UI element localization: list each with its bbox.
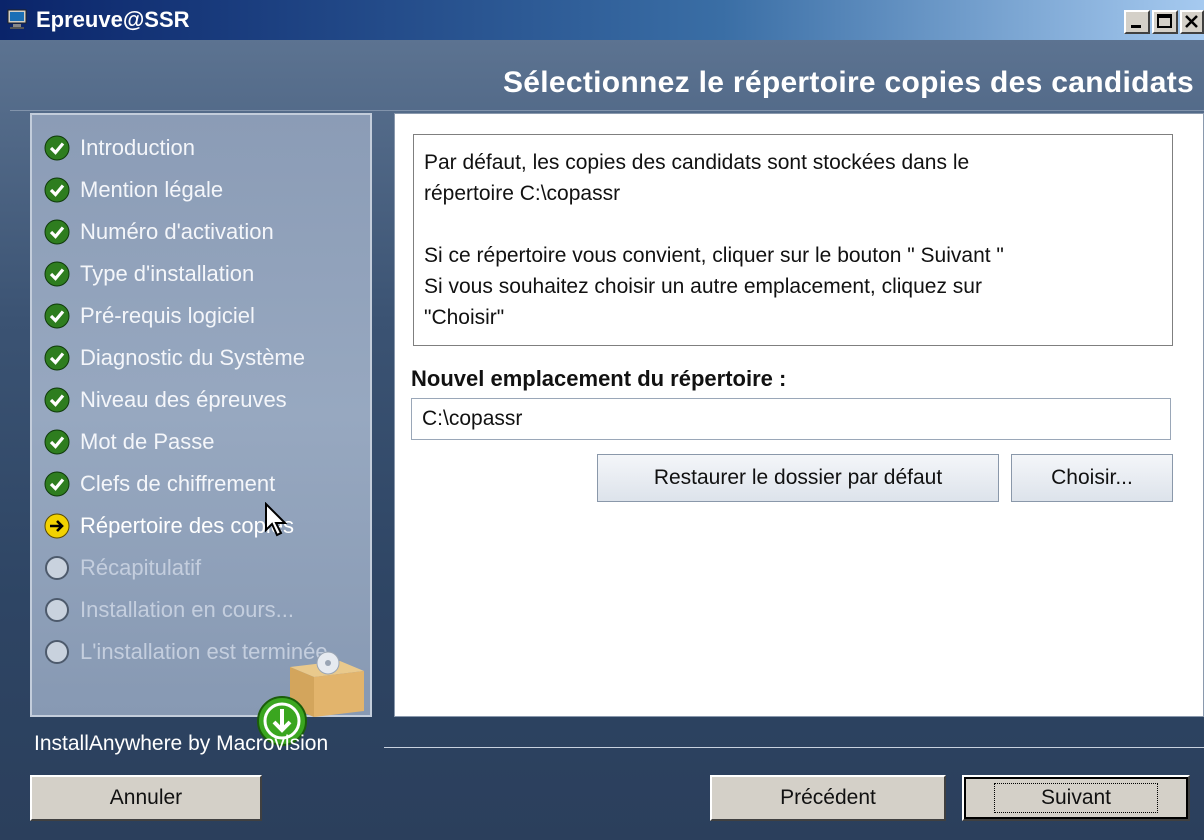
step-label: Récapitulatif	[80, 555, 202, 580]
check-circle-icon	[44, 177, 70, 203]
info-text: Si vous souhaitez choisir un autre empla…	[424, 275, 982, 298]
check-circle-icon	[44, 345, 70, 371]
step-item: Mention légale	[44, 175, 223, 205]
minimize-button[interactable]	[1124, 10, 1150, 34]
cancel-button[interactable]: Annuler	[30, 775, 262, 821]
empty-circle-icon	[45, 640, 69, 664]
check-circle-icon	[44, 387, 70, 413]
directory-field-label: Nouvel emplacement du répertoire :	[411, 366, 787, 391]
step-item: Récapitulatif	[44, 553, 201, 583]
step-item: Pré-requis logiciel	[44, 301, 255, 331]
step-item: Introduction	[44, 133, 195, 163]
title-bar: Epreuve@SSR	[0, 0, 1204, 40]
content-panel: Par défaut, les copies des candidats son…	[394, 113, 1204, 717]
heading-divider	[10, 110, 1204, 111]
step-label: Type d'installation	[80, 261, 255, 286]
steps-panel: Introduction Mention légale Numéro d'act…	[30, 113, 372, 717]
maximize-icon	[1157, 14, 1172, 28]
app-icon	[7, 9, 27, 29]
step-label: Pré-requis logiciel	[80, 303, 255, 328]
step-label: Diagnostic du Système	[80, 345, 305, 370]
empty-circle-icon	[45, 556, 69, 580]
check-circle-icon	[44, 303, 70, 329]
check-circle-icon	[44, 219, 70, 245]
next-button-label: Suivant	[993, 783, 1159, 813]
step-label: Mot de Passe	[80, 429, 215, 454]
close-icon	[1185, 15, 1198, 28]
directory-path-input[interactable]: C:\copassr	[411, 398, 1171, 440]
minimize-icon	[1131, 25, 1141, 28]
window-title: Epreuve@SSR	[36, 7, 190, 32]
step-item-current: Répertoire des copies	[44, 511, 294, 541]
step-label: Mention légale	[80, 177, 224, 202]
footer-divider	[384, 747, 1204, 748]
step-label: Installation en cours...	[80, 597, 295, 622]
arrow-right-circle-icon	[44, 513, 70, 539]
check-circle-icon	[44, 261, 70, 287]
step-item: Diagnostic du Système	[44, 343, 305, 373]
info-text: "Choisir"	[424, 306, 505, 329]
info-box: Par défaut, les copies des candidats son…	[413, 134, 1173, 346]
info-text: répertoire C:\copassr	[424, 182, 621, 205]
previous-button[interactable]: Précédent	[710, 775, 946, 821]
check-circle-icon	[44, 471, 70, 497]
installer-brand: InstallAnywhere by Macrovision	[34, 732, 329, 755]
step-item: Clefs de chiffrement	[44, 469, 275, 499]
step-item: Niveau des épreuves	[44, 385, 287, 415]
mouse-cursor-icon	[265, 502, 288, 537]
close-button[interactable]	[1180, 10, 1204, 34]
info-text: Par défaut, les copies des candidats son…	[424, 151, 970, 174]
maximize-button[interactable]	[1152, 10, 1178, 34]
step-item: Numéro d'activation	[44, 217, 274, 247]
installer-window: Sélectionnez le répertoire copies des ca…	[0, 40, 1204, 840]
step-label: Numéro d'activation	[80, 219, 274, 244]
check-circle-icon	[44, 135, 70, 161]
step-item: Installation en cours...	[44, 595, 294, 625]
next-button[interactable]: Suivant	[962, 775, 1190, 821]
step-label: Clefs de chiffrement	[80, 471, 276, 496]
info-text: Si ce répertoire vous convient, cliquer …	[424, 244, 1004, 267]
empty-circle-icon	[45, 598, 69, 622]
page-title: Sélectionnez le répertoire copies des ca…	[502, 66, 1194, 99]
choose-button[interactable]: Choisir...	[1011, 454, 1173, 502]
step-item: Type d'installation	[44, 259, 254, 289]
step-label: Niveau des épreuves	[80, 387, 287, 412]
step-label: Introduction	[80, 135, 195, 160]
restore-default-button[interactable]: Restaurer le dossier par défaut	[597, 454, 999, 502]
step-label: Répertoire des copies	[80, 513, 295, 538]
step-item: Mot de Passe	[44, 427, 215, 457]
check-circle-icon	[44, 429, 70, 455]
